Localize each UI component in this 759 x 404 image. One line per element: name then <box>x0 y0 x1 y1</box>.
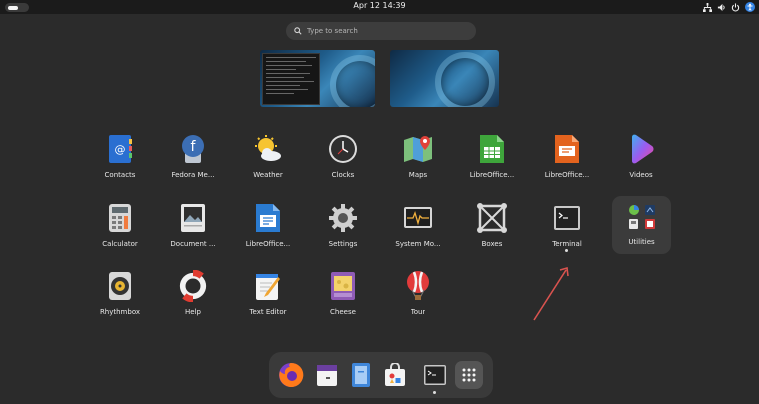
dock-show-apps[interactable] <box>455 361 483 389</box>
files-icon <box>352 363 370 387</box>
tour-icon <box>403 271 433 301</box>
app-label: LibreOffice... <box>245 240 291 248</box>
app-tour[interactable]: Tour <box>382 267 454 327</box>
search-icon <box>294 27 302 35</box>
app-text-editor[interactable]: Text Editor <box>232 267 304 327</box>
app-label: Maps <box>408 171 428 179</box>
app-label: Calculator <box>102 240 138 248</box>
dock-calendar[interactable] <box>313 361 341 389</box>
app-label: Boxes <box>481 240 503 248</box>
dock-software[interactable] <box>381 361 409 389</box>
rhythmbox-icon <box>105 271 135 301</box>
cheese-icon <box>328 271 358 301</box>
clock[interactable]: Apr 12 14:39 <box>0 1 759 10</box>
app-cheese[interactable]: Cheese <box>307 267 379 327</box>
volume-icon <box>717 3 725 11</box>
app-label: Fedora Me... <box>171 171 215 179</box>
running-indicator <box>565 249 568 252</box>
top-bar: Apr 12 14:39 <box>0 0 759 14</box>
dock-terminal[interactable] <box>421 361 449 389</box>
app-label: Terminal <box>552 240 582 248</box>
network-icon <box>703 2 712 12</box>
calendar-icon <box>317 365 337 386</box>
app-calculator[interactable]: Calculator <box>84 199 156 259</box>
app-fedora-media-writer[interactable]: f Fedora Me... <box>157 130 229 190</box>
app-label: Clocks <box>331 171 355 179</box>
firefox-icon <box>279 362 304 387</box>
svg-text:@: @ <box>115 143 126 156</box>
app-system-monitor[interactable]: System Mo... <box>382 199 454 259</box>
fedora-media-writer-icon: f <box>178 134 208 164</box>
terminal-window-preview[interactable] <box>262 53 320 105</box>
libreoffice-impress-icon <box>552 134 582 164</box>
maps-icon <box>403 134 433 164</box>
app-libreoffice-calc[interactable]: LibreOffice... <box>456 130 528 190</box>
accessibility-icon <box>745 2 755 12</box>
libreoffice-writer-icon <box>253 203 283 233</box>
app-label: Tour <box>410 308 426 316</box>
app-label: Document ... <box>170 240 216 248</box>
text-editor-icon <box>253 271 283 301</box>
app-label: Videos <box>629 171 653 179</box>
terminal-icon <box>424 365 446 385</box>
system-monitor-icon <box>403 203 433 233</box>
wallpaper-swirl <box>330 55 375 107</box>
app-label: LibreOffice... <box>469 171 515 179</box>
search-input[interactable] <box>307 27 457 35</box>
weather-icon <box>253 134 283 164</box>
app-label: Text Editor <box>249 308 287 316</box>
app-weather[interactable]: Weather <box>232 130 304 190</box>
contacts-icon: @ <box>105 134 135 164</box>
document-viewer-icon <box>178 203 208 233</box>
app-help[interactable]: Help <box>157 267 229 327</box>
app-libreoffice-impress[interactable]: LibreOffice... <box>531 130 603 190</box>
power-icon <box>731 2 740 11</box>
app-document-viewer[interactable]: Document ... <box>157 199 229 259</box>
dock-firefox[interactable] <box>277 361 305 389</box>
folder-utilities[interactable]: Utilities <box>612 196 671 254</box>
app-label: Cheese <box>330 308 356 316</box>
app-settings[interactable]: Settings <box>307 199 379 259</box>
wallpaper-swirl <box>435 52 495 107</box>
search-bar[interactable] <box>286 22 476 40</box>
app-libreoffice-writer[interactable]: LibreOffice... <box>232 199 304 259</box>
libreoffice-calc-icon <box>477 134 507 164</box>
app-videos[interactable]: Videos <box>605 130 677 190</box>
utilities-folder-icon <box>626 202 658 232</box>
terminal-icon <box>552 203 582 233</box>
app-label: Help <box>185 308 201 316</box>
app-contacts[interactable]: @ Contacts <box>84 130 156 190</box>
app-label: Utilities <box>628 238 655 246</box>
boxes-icon <box>477 203 507 233</box>
calculator-icon <box>105 203 135 233</box>
app-boxes[interactable]: Boxes <box>456 199 528 259</box>
software-icon <box>385 363 405 386</box>
workspace-thumbnail-2[interactable] <box>390 50 499 107</box>
running-indicator <box>433 391 436 394</box>
app-clocks[interactable]: Clocks <box>307 130 379 190</box>
videos-icon <box>626 134 656 164</box>
app-maps[interactable]: Maps <box>382 130 454 190</box>
settings-icon <box>328 203 358 233</box>
app-label: System Mo... <box>395 240 441 248</box>
app-label: Settings <box>328 240 358 248</box>
app-label: Rhythmbox <box>99 308 141 316</box>
dock-files[interactable] <box>347 361 375 389</box>
app-label: Weather <box>253 171 283 179</box>
system-tray[interactable] <box>703 2 755 12</box>
app-rhythmbox[interactable]: Rhythmbox <box>84 267 156 327</box>
app-label: Contacts <box>104 171 136 179</box>
app-label: LibreOffice... <box>544 171 590 179</box>
clocks-icon <box>328 134 358 164</box>
help-icon <box>178 270 208 302</box>
dock <box>269 352 493 398</box>
workspace-thumbnail-1[interactable] <box>260 50 375 107</box>
annotation-arrow <box>533 266 569 321</box>
show-apps-icon <box>462 368 476 382</box>
